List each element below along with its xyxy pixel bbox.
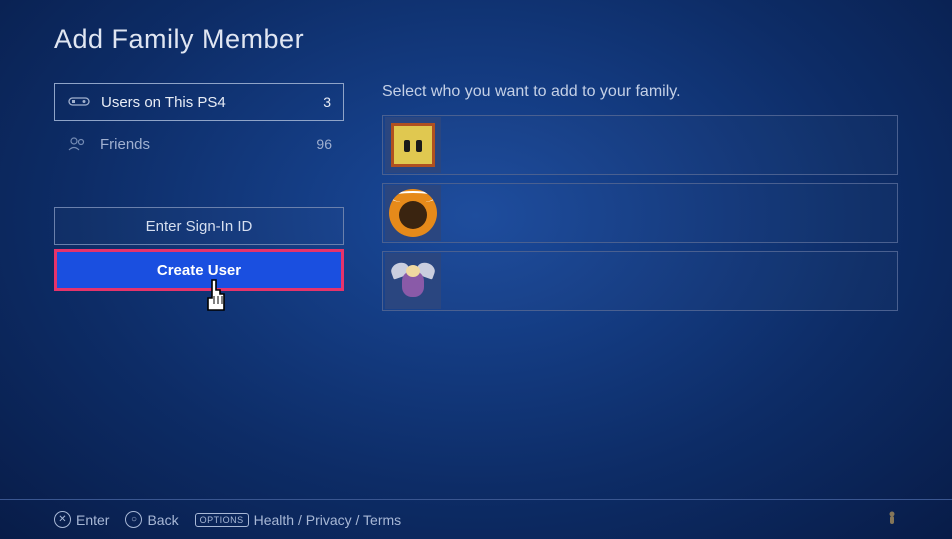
sidebar-category-count: 3	[323, 94, 331, 110]
footer-enter: ✕ Enter	[54, 511, 109, 528]
page-title: Add Family Member	[54, 24, 898, 55]
main-panel: Select who you want to add to your famil…	[382, 83, 898, 319]
cursor-pointer-icon	[200, 278, 232, 318]
sidebar: Users on This PS4 3 Friends 96 Enter Sig…	[54, 83, 344, 319]
circle-icon: ○	[125, 511, 142, 528]
footer-right-icons	[886, 510, 898, 529]
user-row[interactable]	[382, 115, 898, 175]
user-row[interactable]	[382, 183, 898, 243]
footer-options: OPTIONS Health / Privacy / Terms	[195, 512, 402, 528]
button-label: Enter Sign-In ID	[146, 218, 253, 235]
options-badge: OPTIONS	[195, 513, 249, 527]
avatar	[385, 117, 441, 173]
sidebar-category-users[interactable]: Users on This PS4 3	[54, 83, 344, 121]
sidebar-category-label: Users on This PS4	[101, 94, 323, 111]
footer-bar: ✕ Enter ○ Back OPTIONS Health / Privacy …	[0, 499, 952, 529]
button-label: Create User	[157, 262, 241, 279]
sidebar-category-label: Friends	[100, 136, 316, 153]
avatar	[385, 253, 441, 309]
footer-label: Enter	[76, 512, 109, 528]
instruction-text: Select who you want to add to your famil…	[382, 83, 898, 101]
user-row[interactable]	[382, 251, 898, 311]
person-icon	[886, 510, 898, 529]
cross-icon: ✕	[54, 511, 71, 528]
footer-label: Health / Privacy / Terms	[254, 512, 402, 528]
create-user-button[interactable]: Create User	[54, 249, 344, 291]
footer-label: Back	[147, 512, 178, 528]
footer-back: ○ Back	[125, 511, 178, 528]
sidebar-category-count: 96	[316, 136, 332, 152]
avatar	[385, 185, 441, 241]
sidebar-category-friends[interactable]: Friends 96	[54, 125, 344, 163]
friends-icon	[66, 136, 90, 152]
controller-icon	[67, 94, 91, 110]
enter-signin-id-button[interactable]: Enter Sign-In ID	[54, 207, 344, 245]
